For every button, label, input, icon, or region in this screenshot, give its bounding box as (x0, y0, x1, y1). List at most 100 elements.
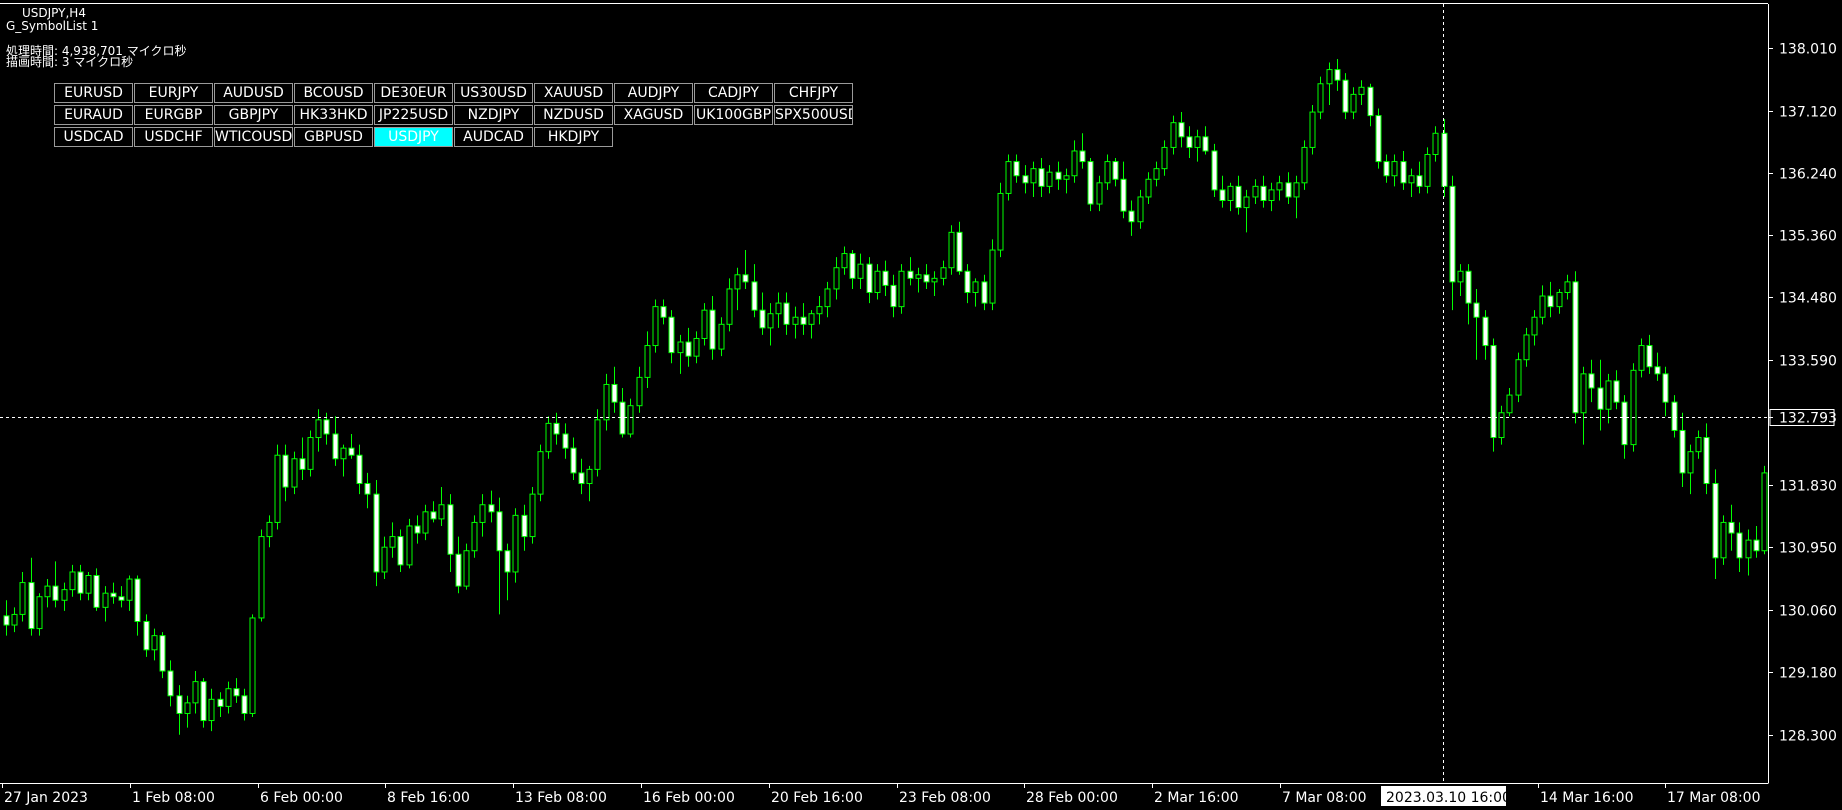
candle (1046, 165, 1053, 194)
candle-body (907, 270, 914, 279)
candle (463, 543, 470, 590)
symbol-button-eurjpy[interactable]: EURJPY (134, 83, 213, 103)
candle-body (726, 288, 733, 325)
candle (521, 504, 528, 551)
candle-body (323, 419, 330, 435)
candle (1276, 175, 1283, 201)
candle-body (972, 281, 979, 293)
candle (1153, 161, 1160, 187)
symbol-button-hk33hkd[interactable]: HK33HKD (294, 105, 373, 125)
symbol-button-eurusd[interactable]: EURUSD (54, 83, 133, 103)
symbol-button-euraud[interactable]: EURAUD (54, 105, 133, 125)
symbol-button-audjpy[interactable]: AUDJPY (614, 83, 693, 103)
symbol-button-hkdjpy[interactable]: HKDJPY (534, 127, 613, 147)
candle-body (28, 582, 35, 630)
candle-body (1515, 359, 1522, 396)
candle (381, 536, 388, 580)
symbol-button-xagusd[interactable]: XAGUSD (614, 105, 693, 125)
price-tick-label: 130.060 (1779, 604, 1837, 620)
candle-body (1005, 161, 1012, 194)
time-tick-label: 23 Feb 08:00 (899, 790, 991, 806)
candle-body (1588, 373, 1595, 389)
candle-body (52, 585, 59, 601)
candle (1334, 58, 1341, 91)
candle-body (1293, 182, 1300, 198)
symbol-button-gbpusd[interactable]: GBPUSD (294, 127, 373, 147)
candle (1498, 405, 1505, 445)
candle (266, 515, 273, 548)
symbol-button-cadjpy[interactable]: CADJPY (694, 83, 773, 103)
time-tick-label: 1 Feb 08:00 (132, 790, 215, 806)
candle-body (340, 447, 347, 460)
candle (1588, 359, 1595, 403)
candle (1728, 504, 1735, 551)
candle-body (997, 192, 1004, 251)
price-tick-label: 133.590 (1779, 354, 1837, 370)
symbol-button-nzdusd[interactable]: NZDUSD (534, 105, 613, 125)
candle-body (1161, 146, 1168, 170)
symbol-button-uk100gbp[interactable]: UK100GBP (694, 105, 773, 125)
candle-body (1416, 175, 1423, 187)
symbol-button-usdchf[interactable]: USDCHF (134, 127, 213, 147)
candle-body (348, 447, 355, 456)
candle (438, 487, 445, 526)
candle-body (1539, 295, 1546, 318)
candle (1638, 338, 1645, 378)
candle-body (69, 571, 76, 591)
symbol-button-nzdjpy[interactable]: NZDJPY (454, 105, 533, 125)
candle-body (463, 550, 470, 587)
candle-body (1753, 539, 1760, 552)
candle-body (1547, 295, 1554, 308)
candle (1170, 115, 1177, 155)
candle (479, 494, 486, 537)
symbol-button-spx500usd[interactable]: SPX500USD (774, 105, 853, 125)
candle (159, 632, 166, 679)
symbol-button-audusd[interactable]: AUDUSD (214, 83, 293, 103)
symbol-button-usdcad[interactable]: USDCAD (54, 127, 133, 147)
candle (1285, 172, 1292, 205)
price-tick-label: 130.950 (1779, 541, 1837, 557)
candle (1695, 430, 1702, 459)
symbol-button-us30usd[interactable]: US30USD (454, 83, 533, 103)
time-tick-label: 17 Mar 08:00 (1667, 790, 1760, 806)
candle (1482, 310, 1489, 360)
symbol-button-gbpjpy[interactable]: GBPJPY (214, 105, 293, 125)
candle (783, 292, 790, 335)
candle-body (1235, 185, 1242, 209)
candle-body (3, 615, 10, 626)
symbol-button-de30eur[interactable]: DE30EUR (374, 83, 453, 103)
symbol-button-chfjpy[interactable]: CHFJPY (774, 83, 853, 103)
candle-body (1030, 168, 1037, 184)
candle (77, 564, 84, 601)
candle-body (948, 231, 955, 269)
symbol-button-jp225usd[interactable]: JP225USD (374, 105, 453, 125)
candle-body (1572, 281, 1579, 414)
candle-body (1703, 437, 1710, 485)
symbol-button-eurgbp[interactable]: EURGBP (134, 105, 213, 125)
candle (1506, 388, 1513, 417)
candle (69, 564, 76, 597)
symbol-button-xauusd[interactable]: XAUUSD (534, 83, 613, 103)
symbol-button-usdjpy[interactable]: USDJPY (374, 127, 453, 147)
symbol-button-bcousd[interactable]: BCOUSD (294, 83, 373, 103)
candle-body (1498, 412, 1505, 439)
candle-body (882, 270, 889, 286)
price-tick-label: 134.480 (1779, 291, 1837, 307)
time-tick-label: 2 Mar 16:00 (1154, 790, 1239, 806)
candle-body (504, 550, 511, 573)
candle (1186, 126, 1193, 159)
candle (1079, 133, 1086, 169)
candle (668, 310, 675, 364)
candle (397, 529, 404, 572)
symbol-button-audcad[interactable]: AUDCAD (454, 127, 533, 147)
candle (1063, 168, 1070, 194)
candle (340, 444, 347, 477)
candle-body (940, 267, 947, 279)
symbol-button-wticousd[interactable]: WTICOUSD (214, 127, 293, 147)
candle-body (1276, 182, 1283, 191)
candle-body (110, 592, 117, 598)
candle (1580, 366, 1587, 445)
candle-body (1531, 316, 1538, 336)
candle-body (718, 323, 725, 350)
candle-body (759, 309, 766, 329)
